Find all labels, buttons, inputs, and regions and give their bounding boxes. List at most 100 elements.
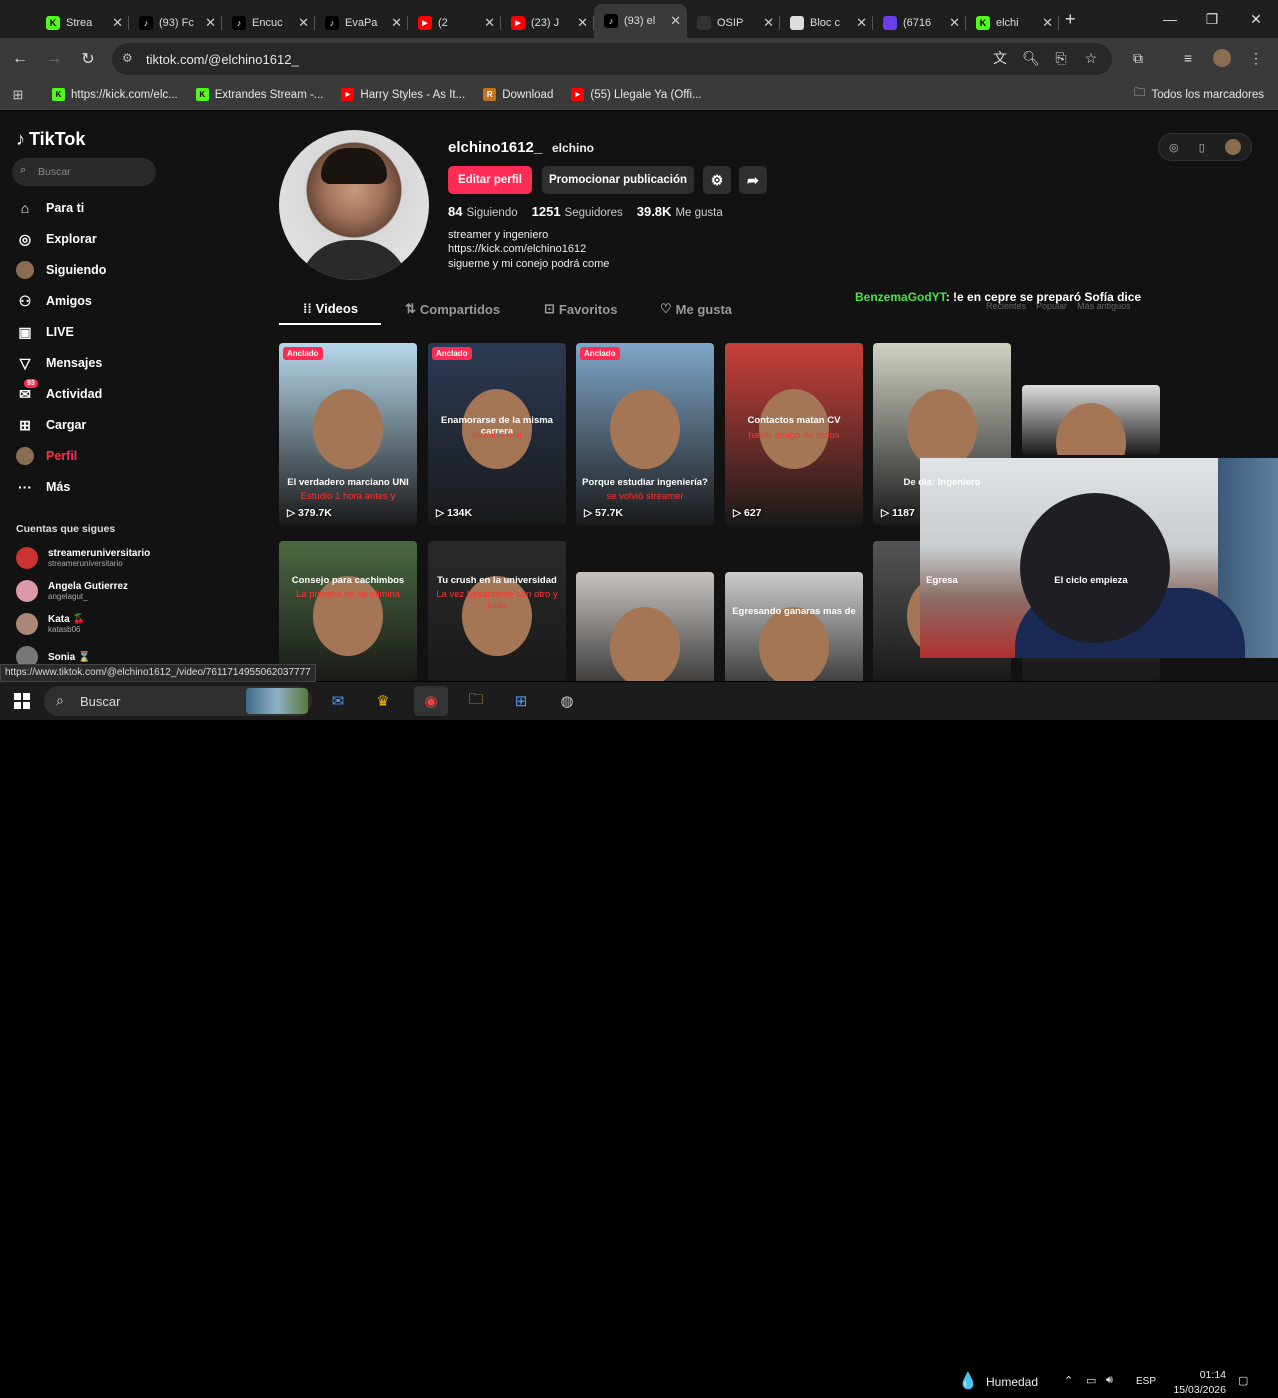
browser-tab[interactable]: ♪ EvaPa ✕ (315, 8, 408, 38)
close-tab-icon[interactable]: ✕ (391, 15, 402, 31)
tray-chevron-icon[interactable]: ⌃ (1064, 1374, 1073, 1387)
minimize-button[interactable]: — (1148, 0, 1192, 38)
extensions-icon[interactable]: ⧉ (1124, 44, 1152, 72)
media-icon[interactable]: ≡ (1174, 44, 1202, 72)
video-thumbnail[interactable]: Tu crush en la universidad La vez besándo… (428, 541, 566, 681)
bookmark-item[interactable]: Khttps://kick.com/elc... (52, 88, 178, 101)
close-tab-icon[interactable]: ✕ (949, 15, 960, 31)
close-tab-icon[interactable]: ✕ (298, 15, 309, 31)
tab-shared[interactable]: ⇅ Compartidos (405, 301, 500, 317)
translate-icon[interactable]: 文 (986, 44, 1014, 72)
sidebar-item[interactable]: ◎ Explorar (16, 230, 97, 248)
profile-avatar[interactable] (279, 130, 429, 280)
browser-tab[interactable]: ▶ (23) J ✕ (501, 8, 594, 38)
video-thumbnail[interactable]: Consejo para cachimbos La primera no se e… (279, 541, 417, 681)
site-settings-icon[interactable]: ⚙ (122, 51, 133, 65)
settings-gear-icon[interactable]: ⚙ (703, 166, 731, 194)
outlook-icon[interactable]: ✉ (321, 686, 355, 716)
store-icon[interactable]: ⊞ (504, 686, 538, 716)
zoom-icon[interactable]: 🔍︎ (1017, 44, 1045, 72)
language-indicator[interactable]: ESP (1136, 1376, 1156, 1387)
close-tab-icon[interactable]: ✕ (1042, 15, 1053, 31)
chrome-icon[interactable]: ◉ (414, 686, 448, 716)
reload-button[interactable]: ↻ (72, 43, 104, 75)
close-tab-icon[interactable]: ✕ (205, 15, 216, 31)
compass-icon[interactable]: ◎ (1169, 141, 1179, 154)
windows-start-icon[interactable] (0, 682, 44, 720)
browser-tab[interactable]: Bloc c ✕ (780, 8, 873, 38)
browser-tab[interactable]: ♪ (93) el ✕ (594, 4, 687, 38)
weather-label[interactable]: Humedad (986, 1375, 1038, 1389)
sidebar-item[interactable]: ··· Más (16, 478, 70, 496)
close-tab-icon[interactable]: ✕ (670, 13, 681, 29)
followers-stat[interactable]: 1251 Seguidores (532, 204, 623, 219)
close-tab-icon[interactable]: ✕ (484, 15, 495, 31)
sidebar-item[interactable]: ⊞ Cargar (16, 416, 86, 434)
profile-avatar-icon[interactable] (1208, 44, 1236, 72)
browser-tab[interactable]: Kelchi ✕ (966, 8, 1059, 38)
followed-account[interactable]: streameruniversitario streameruniversitar… (16, 547, 150, 569)
tab-videos[interactable]: ⁞⁞ Videos (303, 301, 358, 316)
bookmark-item[interactable]: ▶ (55) Llegale Ya (Offi... (571, 88, 702, 101)
sidebar-item[interactable]: ▣ LIVE (16, 323, 73, 341)
browser-tab[interactable]: ♪ Encuc ✕ (222, 8, 315, 38)
close-tab-icon[interactable]: ✕ (763, 15, 774, 31)
browser-tab[interactable]: ▶ (2 ✕ (408, 8, 501, 38)
close-window-button[interactable]: ✕ (1234, 0, 1278, 38)
tab-favorites[interactable]: ⊡ Favoritos (544, 301, 617, 317)
close-tab-icon[interactable]: ✕ (112, 15, 123, 31)
bookmark-star-icon[interactable]: ☆ (1077, 44, 1105, 72)
forward-button[interactable]: → (38, 43, 70, 75)
browser-tab[interactable]: K Strea ✕ (36, 8, 129, 38)
network-icon[interactable]: ▭ (1086, 1374, 1096, 1387)
share-icon[interactable]: ➦ (739, 166, 767, 194)
all-bookmarks[interactable]: 🗀 Todos los marcadores (1134, 85, 1264, 104)
browser-tab[interactable]: ♪ (93) Fc ✕ (129, 8, 222, 38)
video-thumbnail[interactable] (1022, 385, 1160, 455)
bookmark-item[interactable]: K Extrandes Stream -... (195, 88, 323, 101)
tab-liked[interactable]: ♡ Me gusta (660, 301, 732, 317)
close-tab-icon[interactable]: ✕ (577, 15, 588, 31)
followed-account[interactable]: Angela Gutierrez angelagut_ (16, 580, 128, 602)
new-tab-button[interactable]: + (1065, 9, 1076, 30)
file-explorer-icon[interactable]: 🗀 (459, 686, 493, 716)
video-thumbnail[interactable]: Egresando ganaras mas de (725, 572, 863, 681)
search-input[interactable]: ⌕ Buscar (12, 158, 156, 186)
browser-tab[interactable]: OSIP ✕ (687, 8, 780, 38)
sidebar-item[interactable]: ⌂ Para ti (16, 199, 84, 217)
promote-button[interactable]: Promocionar publicación (542, 166, 694, 194)
sidebar-item[interactable]: Perfil (16, 447, 77, 465)
bookmark-item[interactable]: ▶ Harry Styles - As It... (341, 88, 465, 101)
tiktok-logo[interactable]: ♪ TikTok (16, 129, 85, 150)
video-thumbnail[interactable]: Anclado El verdadero marciano UNI Estudio … (279, 343, 417, 525)
edit-profile-button[interactable]: Editar perfil (448, 166, 532, 194)
video-thumbnail[interactable] (576, 572, 714, 681)
video-thumbnail[interactable]: Anclado Porque estudiar ingeniería? se vol… (576, 343, 714, 525)
weather-icon[interactable]: 💧 (958, 1371, 978, 1391)
sidebar-item[interactable]: ▽ Mensajes (16, 354, 103, 372)
bio-link[interactable]: https://kick.com/elchino1612 (448, 243, 586, 255)
app-icon[interactable]: ♛ (366, 686, 400, 716)
video-thumbnail[interactable]: Anclado Enamorarse de la misma carrera ter… (428, 343, 566, 525)
install-icon[interactable]: ⎘ (1047, 44, 1075, 72)
menu-icon[interactable]: ⋮ (1242, 44, 1270, 72)
video-thumbnail[interactable]: Contactos matan CV haste amigo de todos ▷ … (725, 343, 863, 525)
bookmark-item[interactable]: R Download (483, 88, 553, 101)
phone-icon[interactable]: ▯ (1199, 141, 1205, 154)
address-bar[interactable]: ⚙ tiktok.com/@elchino1612_ (112, 43, 1112, 75)
sidebar-item[interactable]: ⚇ Amigos (16, 292, 92, 310)
following-stat[interactable]: 84 Siguiendo (448, 204, 518, 219)
browser-tab[interactable]: (6716 ✕ (873, 8, 966, 38)
sidebar-item[interactable]: Siguiendo (16, 261, 106, 279)
back-button[interactable]: ← (4, 43, 36, 75)
sidebar-item[interactable]: ✉ 93 Actividad (16, 379, 102, 403)
maximize-button[interactable]: ❐ (1190, 0, 1234, 38)
followed-account[interactable]: Kata 🍒 katasb06 (16, 613, 85, 635)
close-tab-icon[interactable]: ✕ (856, 15, 867, 31)
notifications-icon[interactable]: ▢ (1238, 1374, 1248, 1387)
taskbar-search[interactable]: ⌕ Buscar (44, 686, 312, 716)
volume-icon[interactable]: 🔊︎ (1106, 1374, 1113, 1387)
apps-grid-icon[interactable]: ⊞ (0, 87, 36, 103)
obs-icon[interactable]: ◍ (550, 686, 584, 716)
user-avatar-icon[interactable] (1224, 139, 1241, 155)
